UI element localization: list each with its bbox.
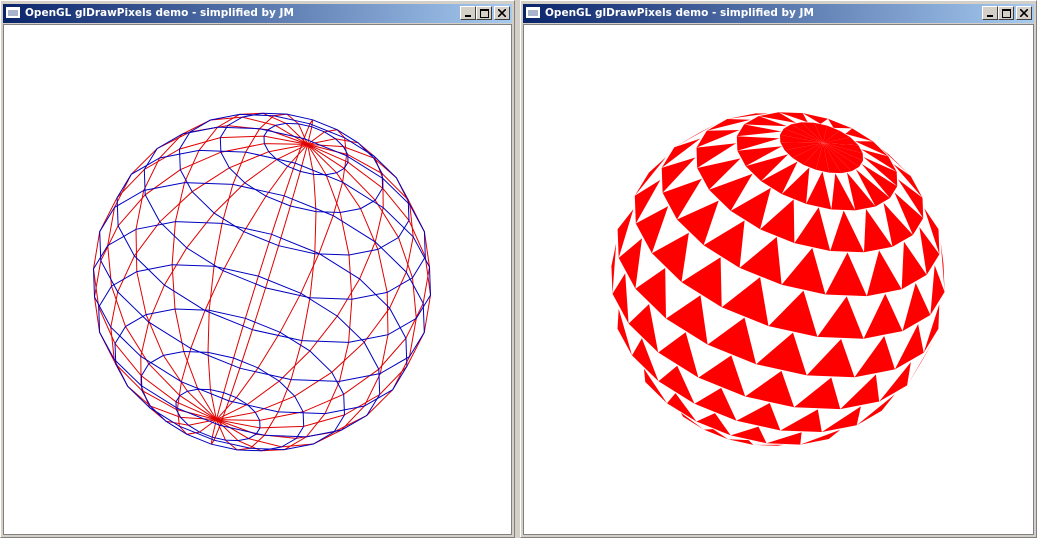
maximize-icon[interactable] [476, 6, 492, 20]
triangle-face [817, 296, 864, 339]
triangle-face [825, 252, 867, 297]
triangle-face [806, 339, 855, 378]
longitude-line [176, 144, 308, 435]
window-icon[interactable] [6, 7, 20, 18]
triangle-face [840, 374, 880, 410]
window-title: OpenGL glDrawPixels demo - simplified by… [545, 7, 814, 19]
triangle-face [821, 406, 861, 432]
triangle-face [681, 257, 722, 308]
triangle-face [806, 171, 832, 210]
window-controls [460, 6, 510, 20]
triangle-face [930, 265, 945, 315]
longitude-line [216, 143, 431, 421]
wireframe-mesh [92, 112, 432, 452]
triangle-face [667, 393, 697, 422]
longitude-line [216, 129, 348, 420]
triangle-face [739, 236, 782, 285]
title-bar[interactable]: OpenGL glDrawPixels demo - simplified by… [523, 4, 1034, 23]
triangle-face [703, 220, 745, 268]
longitude-line [107, 125, 308, 421]
window-icon[interactable] [526, 7, 540, 18]
triangle-face [611, 243, 617, 294]
window-controls [982, 6, 1032, 20]
triangle-face [781, 247, 826, 295]
minimize-icon[interactable] [982, 6, 998, 20]
triangle-face [756, 332, 807, 376]
triangle-face [721, 277, 769, 327]
triangle-face [736, 403, 781, 431]
triangle-face [866, 250, 902, 297]
triangle-face [780, 409, 822, 432]
maximize-icon[interactable] [998, 6, 1014, 20]
title-bar[interactable]: OpenGL glDrawPixels demo - simplified by… [3, 4, 512, 23]
triangle-face [828, 118, 853, 129]
longitude-line [93, 143, 308, 421]
latitude-ring [114, 308, 346, 451]
triangle-face [736, 124, 782, 137]
triangle-face [854, 336, 895, 378]
triangle-face [902, 283, 931, 332]
triangle-face [830, 210, 864, 253]
triangle-face [745, 370, 795, 408]
triangle-face [802, 113, 828, 124]
triangle-face [635, 268, 666, 319]
latitude-ring [99, 182, 425, 382]
triangle-face [794, 377, 841, 410]
triangle-face [863, 293, 903, 339]
latitude-ring [178, 113, 410, 256]
triangle-face [794, 207, 831, 251]
triangle-face [728, 439, 754, 445]
gl-canvas-checkered[interactable] [523, 24, 1034, 535]
triangle-mesh [611, 112, 945, 446]
close-icon[interactable] [1016, 6, 1032, 20]
gl-canvas-wireframe[interactable] [3, 24, 512, 535]
triangle-face [766, 432, 802, 445]
close-icon[interactable] [494, 6, 510, 20]
wireframe-sphere [92, 112, 432, 452]
triangle-face [768, 290, 818, 337]
checkered-sphere [611, 112, 945, 446]
longitude-line [216, 143, 417, 439]
minimize-icon[interactable] [460, 6, 476, 20]
window-title: OpenGL glDrawPixels demo - simplified by… [25, 7, 294, 19]
window-wireframe: OpenGL glDrawPixels demo - simplified by… [0, 0, 515, 538]
window-checkered: OpenGL glDrawPixels demo - simplified by… [520, 0, 1037, 538]
triangle-face [753, 444, 784, 446]
